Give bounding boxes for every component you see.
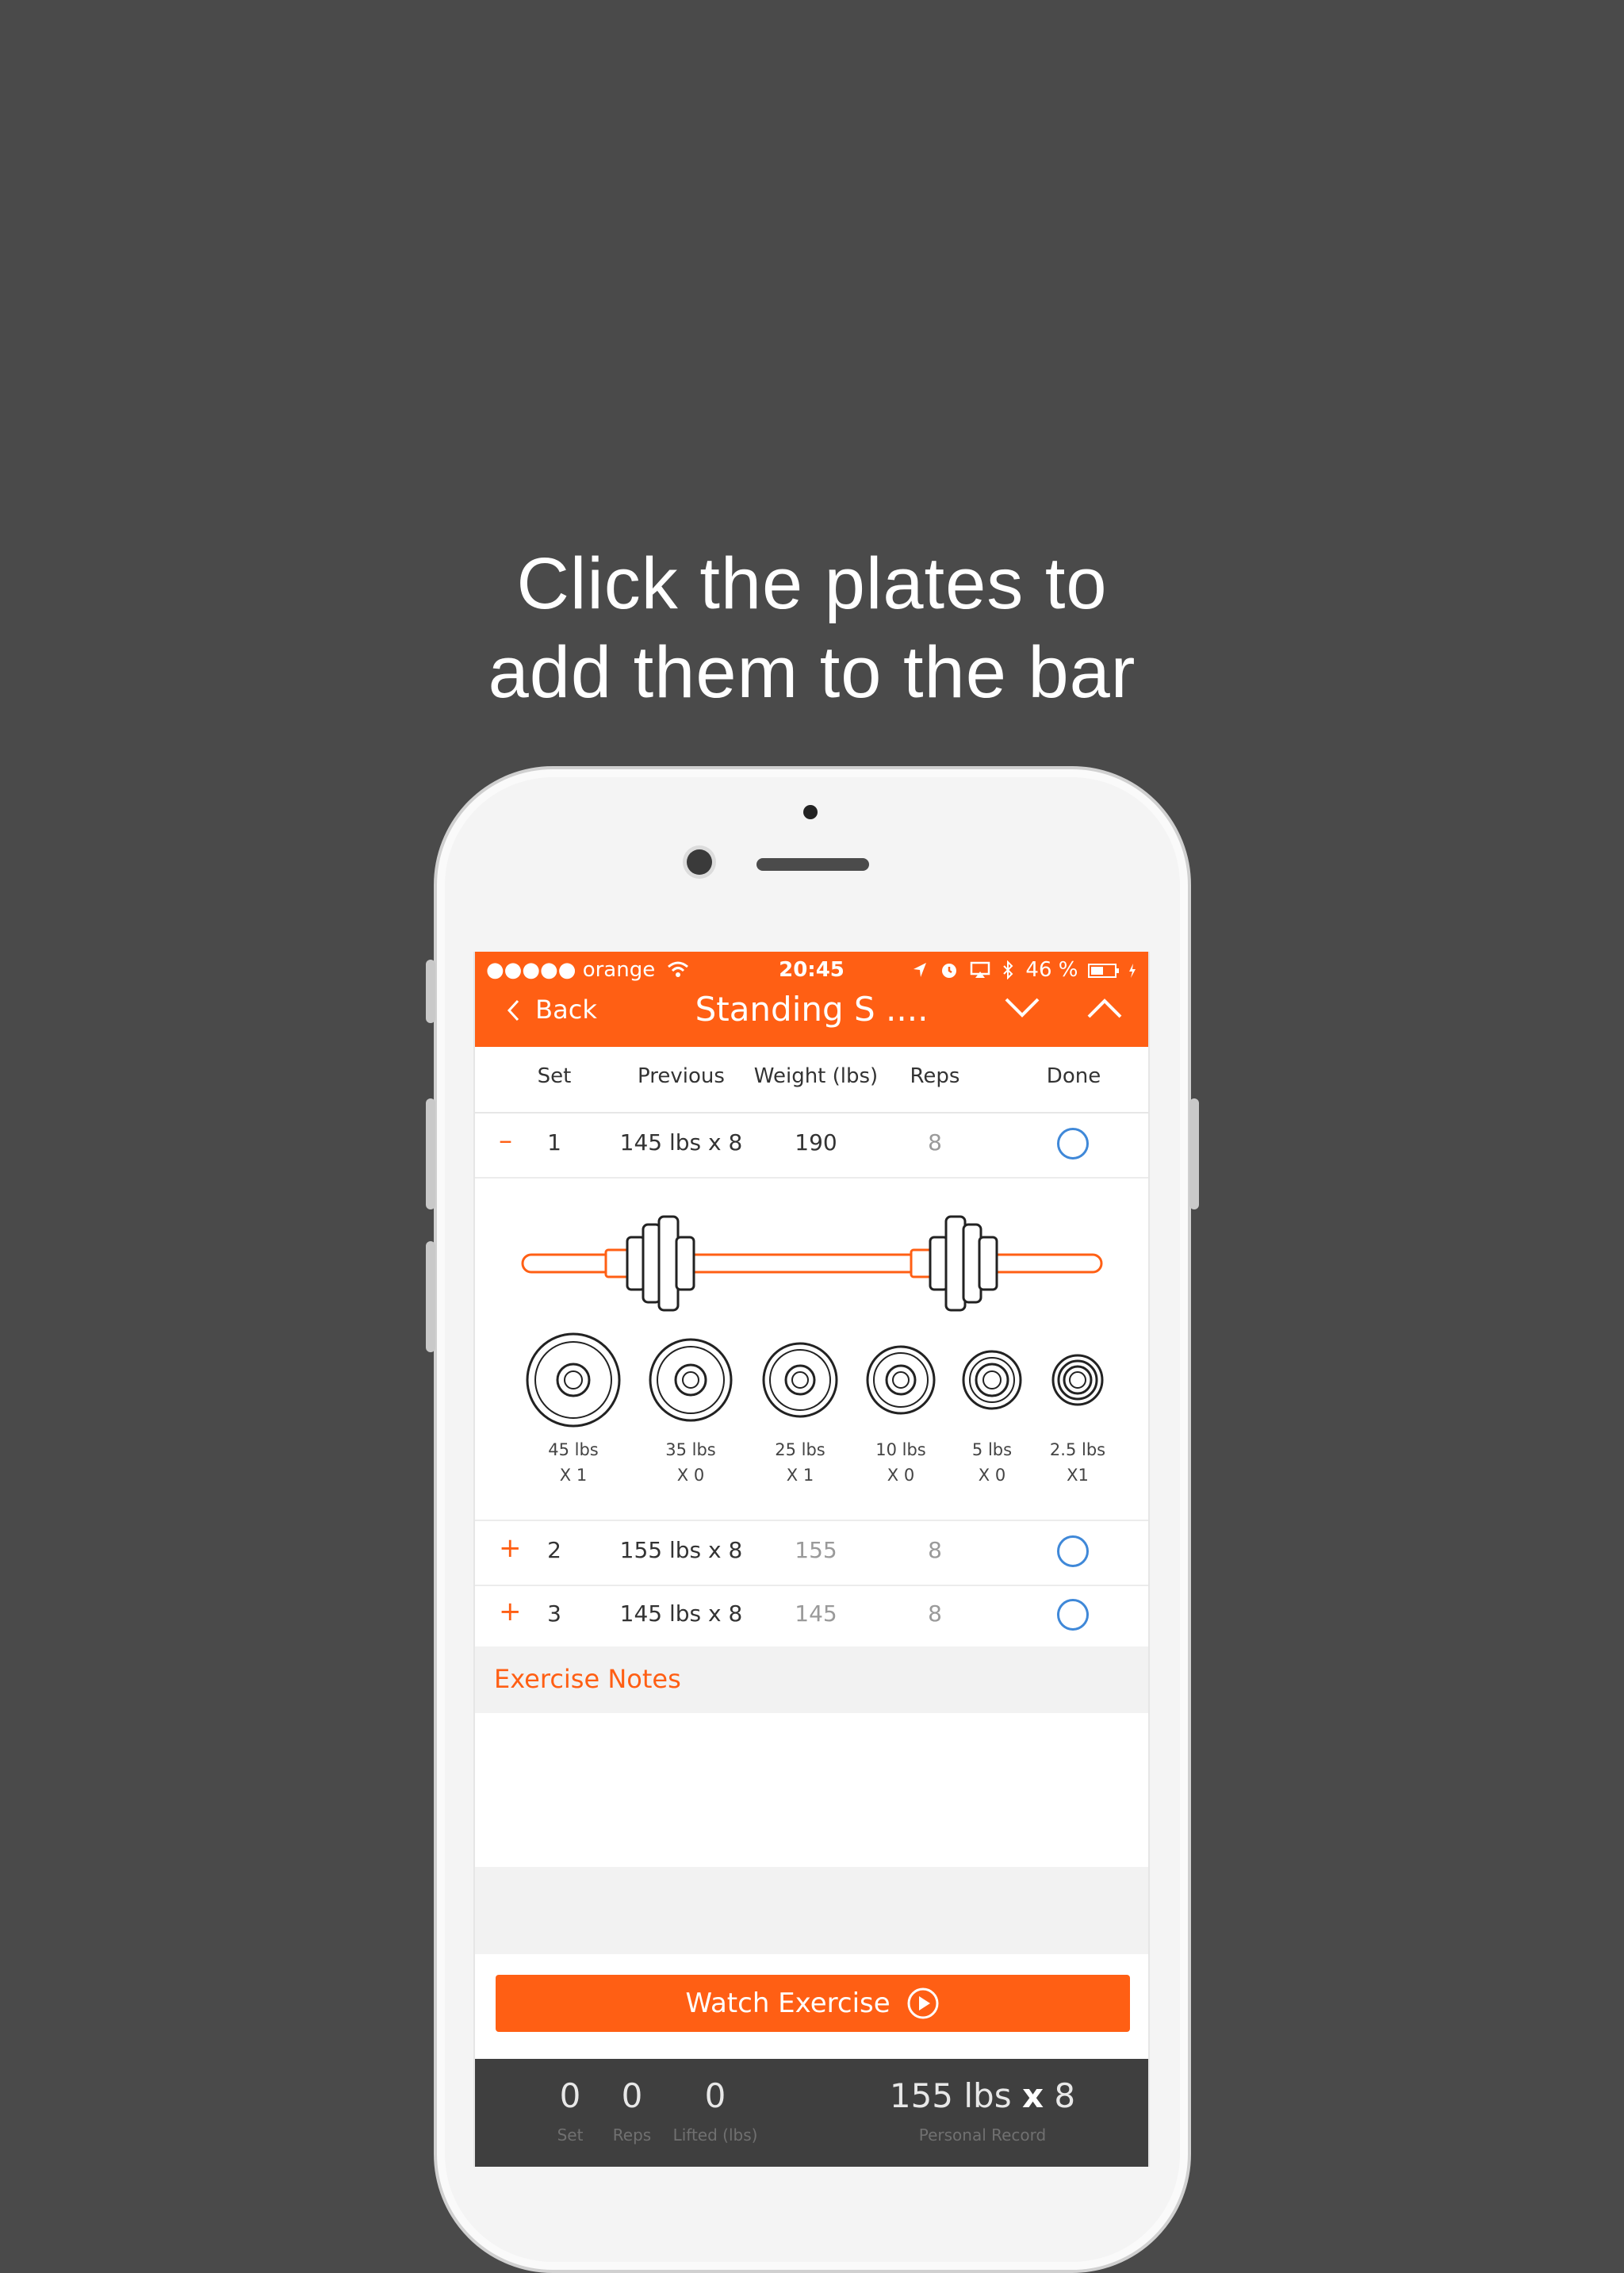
chevron-down-icon[interactable]: [1003, 996, 1041, 1020]
exercise-notes-field[interactable]: [475, 1713, 1148, 1867]
charging-icon: [1129, 964, 1136, 978]
table-row: – 1 145 lbs x 8 190 8: [475, 1114, 1148, 1179]
done-checkbox[interactable]: [1057, 1128, 1089, 1159]
plate-count: X 0: [887, 1466, 915, 1485]
mute-switch: [426, 960, 435, 1023]
header-set: Set: [537, 1064, 572, 1088]
row-set: 1: [547, 1129, 561, 1156]
row-previous: 145 lbs x 8: [619, 1600, 743, 1627]
plate-label: 25 lbs X 1: [760, 1437, 840, 1488]
row-reps-input[interactable]: 8: [895, 1537, 975, 1563]
personal-record-value: 155 lbs x 8: [856, 2076, 1109, 2115]
plate-count: X 0: [978, 1466, 1006, 1485]
personal-record-label: Personal Record: [918, 2125, 1047, 2145]
app-screen: ●●●●● orange 20:45 46 % Back Standing S …: [473, 952, 1150, 2167]
plate-35-icon[interactable]: [649, 1338, 733, 1422]
row-reps-input[interactable]: 8: [895, 1129, 975, 1156]
plate-weight: 25 lbs: [775, 1440, 825, 1459]
set-count: 0: [559, 2076, 581, 2115]
record-weight: 155 lbs: [889, 2076, 1012, 2115]
plate-45-icon[interactable]: [526, 1332, 621, 1428]
headline-line-2: add them to the bar: [488, 632, 1136, 713]
reps-count-label: Reps: [612, 2125, 652, 2145]
status-bar: ●●●●● orange 20:45 46 %: [486, 958, 1137, 983]
volume-down-button: [426, 1241, 435, 1352]
battery-percent: 46 %: [1025, 958, 1078, 982]
barbell-icon: [521, 1215, 1103, 1312]
plate-weight: 2.5 lbs: [1049, 1440, 1106, 1459]
proximity-sensor: [803, 805, 818, 819]
reps-count: 0: [621, 2076, 643, 2115]
header-previous: Previous: [638, 1064, 725, 1088]
plate-label: 45 lbs X 1: [534, 1437, 613, 1488]
airplay-icon: [970, 961, 990, 978]
plate-count: X 0: [676, 1466, 705, 1485]
plate-count: X1: [1067, 1466, 1089, 1485]
row-weight-input[interactable]: 155: [749, 1537, 883, 1563]
plate-label: 2.5 lbs X1: [1038, 1437, 1117, 1488]
set-count-label: Set: [557, 2125, 584, 2145]
plate-label: 10 lbs X 0: [861, 1437, 940, 1488]
header-weight: Weight (lbs): [753, 1064, 879, 1088]
stats-footer: 0 Set 0 Reps 0 Lifted (lbs) 155 lbs x 8 …: [475, 2059, 1148, 2167]
done-checkbox[interactable]: [1057, 1599, 1089, 1631]
lifted-total-label: Lifted (lbs): [672, 2125, 758, 2145]
battery-icon: [1087, 964, 1119, 978]
record-reps: 8: [1054, 2076, 1076, 2115]
plate-weight: 45 lbs: [548, 1440, 599, 1459]
volume-up-button: [426, 1098, 435, 1209]
plate-label: 35 lbs X 0: [651, 1437, 730, 1488]
exercise-notes-label: Exercise Notes: [494, 1664, 681, 1694]
watch-exercise-label: Watch Exercise: [685, 1987, 891, 2019]
plate-weight: 10 lbs: [875, 1440, 926, 1459]
alarm-icon: [941, 964, 956, 978]
exercise-title: Standing S ....: [695, 990, 929, 1029]
table-row: + 2 155 lbs x 8 155 8: [475, 1521, 1148, 1586]
lifted-total: 0: [704, 2076, 726, 2115]
row-weight-input[interactable]: 145: [749, 1600, 883, 1627]
play-circle-icon: [907, 1987, 939, 2019]
header-reps: Reps: [910, 1064, 960, 1088]
collapse-set-button[interactable]: –: [499, 1125, 512, 1156]
navigation-bar: ●●●●● orange 20:45 46 % Back Standing S …: [475, 952, 1148, 1047]
plate-5-icon[interactable]: [962, 1350, 1022, 1410]
plate-2-5-icon[interactable]: [1051, 1354, 1104, 1406]
promo-headline: Click the plates to add them to the bar: [0, 539, 1624, 717]
location-icon: [914, 963, 927, 977]
status-right: 46 %: [912, 958, 1137, 982]
row-previous: 145 lbs x 8: [619, 1129, 743, 1156]
table-row: + 3 145 lbs x 8 145 8: [475, 1585, 1148, 1650]
watch-exercise-button[interactable]: Watch Exercise: [496, 1975, 1130, 2032]
plate-label: 5 lbs X 0: [952, 1437, 1032, 1488]
exercise-notes-header: Exercise Notes: [475, 1646, 1148, 1713]
plate-weight: 35 lbs: [665, 1440, 716, 1459]
spacer: [475, 1867, 1148, 1954]
plate-count: X 1: [559, 1466, 588, 1485]
chevron-up-icon[interactable]: [1086, 996, 1124, 1020]
row-weight-input[interactable]: 190: [749, 1129, 883, 1156]
earpiece-speaker: [756, 858, 869, 871]
row-previous: 155 lbs x 8: [619, 1537, 743, 1563]
header-done: Done: [1046, 1064, 1101, 1088]
plate-25-icon[interactable]: [762, 1342, 838, 1418]
front-camera: [687, 849, 712, 875]
power-button: [1189, 1098, 1199, 1209]
headline-line-1: Click the plates to: [516, 543, 1108, 624]
plate-loader: 45 lbs X 1 35 lbs X 0 25 lbs X 1 10 lbs X 0 …: [475, 1177, 1148, 1521]
plate-10-icon[interactable]: [866, 1345, 936, 1415]
plate-count: X 1: [786, 1466, 814, 1485]
row-reps-input[interactable]: 8: [895, 1600, 975, 1627]
bluetooth-icon: [1003, 960, 1013, 980]
sets-table-header: Set Previous Weight (lbs) Reps Done: [475, 1047, 1148, 1114]
plate-weight: 5 lbs: [971, 1440, 1013, 1459]
record-times: x: [1021, 2076, 1044, 2115]
row-set: 2: [547, 1537, 561, 1563]
done-checkbox[interactable]: [1057, 1535, 1089, 1567]
row-set: 3: [547, 1600, 561, 1627]
